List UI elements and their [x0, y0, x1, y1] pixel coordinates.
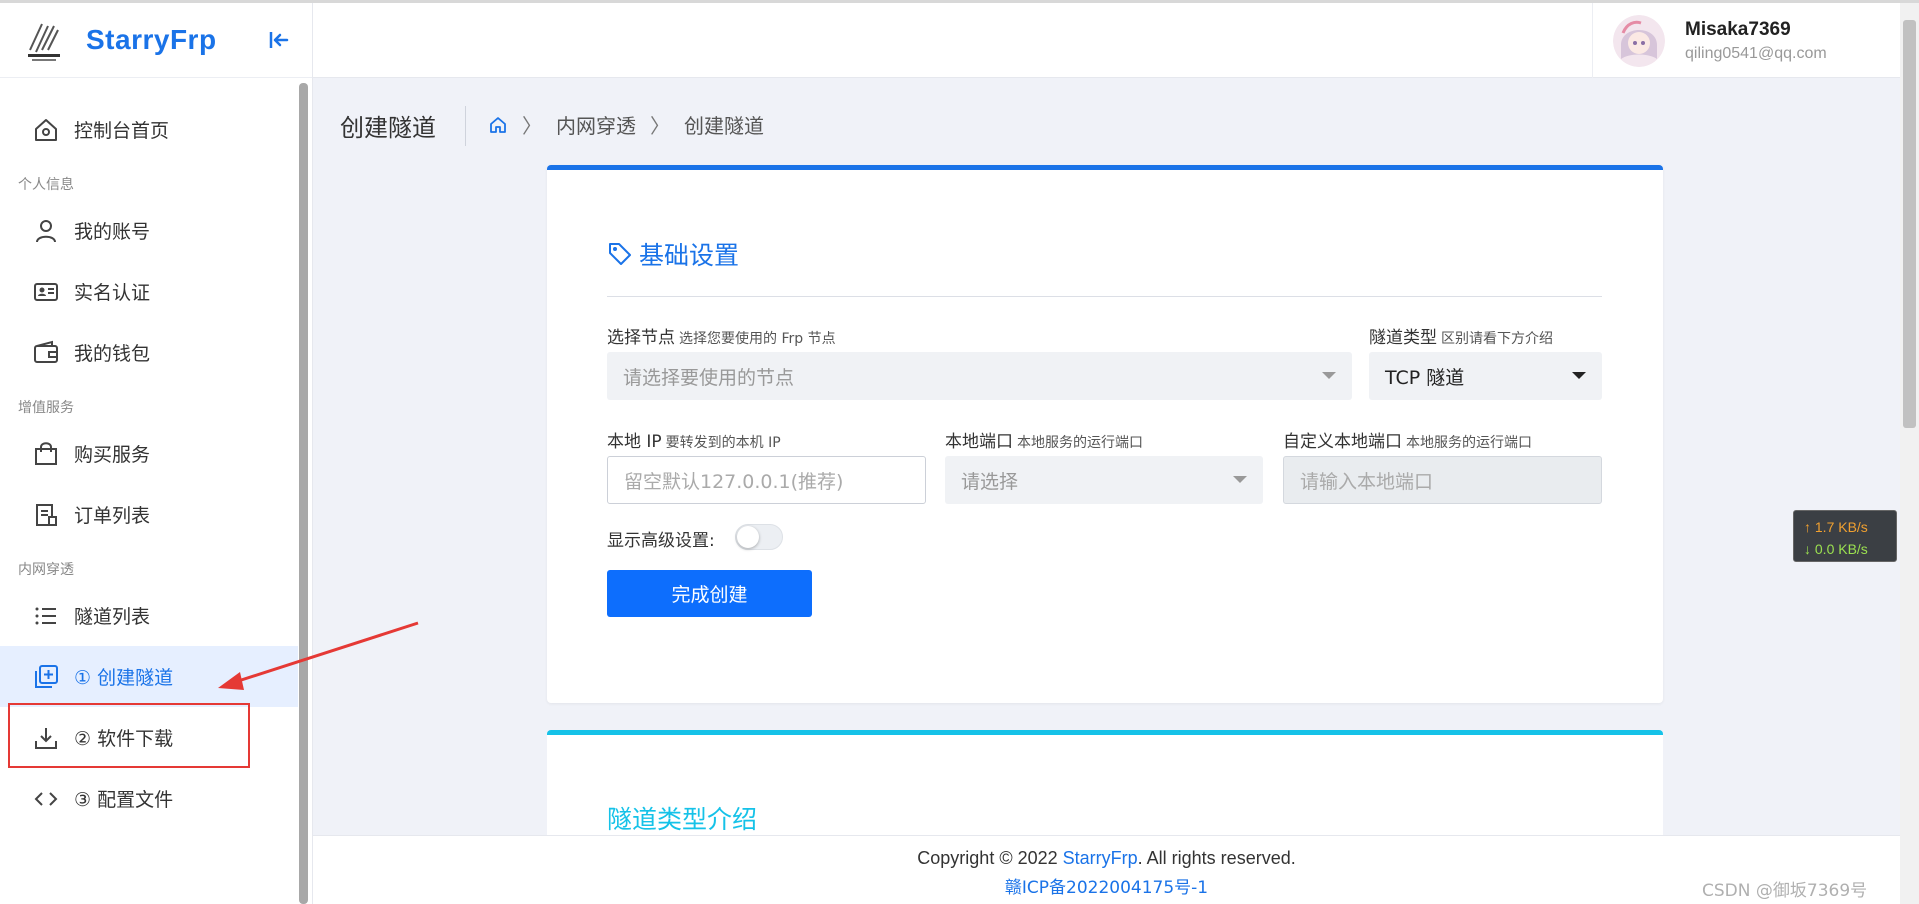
- sidebar-item-label: 订单列表: [74, 505, 151, 527]
- sidebar-item-home[interactable]: 控制台首页: [0, 99, 298, 160]
- sidebar-item-config[interactable]: ③ 配置文件: [0, 768, 298, 829]
- shopping-bag-icon: [35, 441, 57, 465]
- local-ip-hint: 要转发到的本机 IP: [665, 435, 781, 451]
- node-label: 选择节点 选择您要使用的 Frp 节点: [607, 328, 836, 348]
- chevron-down-icon: [1572, 372, 1586, 379]
- toggle-knob: [737, 526, 759, 548]
- watermark: CSDN @御坂7369号: [1702, 881, 1868, 901]
- divider: [607, 296, 1602, 297]
- local-ip-input[interactable]: 留空默认127.0.0.1(推荐): [607, 456, 926, 504]
- sidebar-item-label: ③ 配置文件: [74, 789, 174, 811]
- code-icon: [34, 791, 58, 806]
- advanced-settings-toggle[interactable]: [735, 524, 783, 550]
- tunnel-type-label: 隧道类型 区别请看下方介绍: [1369, 328, 1553, 348]
- page-title: 创建隧道: [340, 114, 436, 142]
- card-title-text: 基础设置: [639, 241, 740, 270]
- chevron-down-icon: [1233, 476, 1247, 483]
- title-divider: [465, 106, 466, 146]
- add-square-icon: [35, 664, 58, 688]
- node-hint: 选择您要使用的 Frp 节点: [679, 331, 836, 347]
- custom-port-placeholder: 请输入本地端口: [1300, 470, 1434, 493]
- tunnel-type-hint: 区别请看下方介绍: [1441, 331, 1553, 347]
- collapse-sidebar-icon[interactable]: [266, 27, 292, 53]
- custom-port-hint: 本地服务的运行端口: [1406, 435, 1532, 451]
- list-icon: [35, 607, 56, 624]
- chevron-right-icon: 〉: [522, 114, 542, 138]
- sidebar: StarryFrp 控制台首页 个人信息 我的账号 实名认证 我的钱包 增值服务…: [0, 3, 313, 904]
- chevron-right-icon: 〉: [650, 114, 670, 138]
- card-title: 隧道类型介绍: [607, 805, 758, 834]
- copyright: Copyright © 2022 StarryFrp. All rights r…: [917, 848, 1296, 868]
- icp-link[interactable]: 赣ICP备2022004175号-1: [313, 873, 1900, 898]
- sidebar-item-tunnels[interactable]: 隧道列表: [0, 585, 298, 646]
- basic-settings-card: 基础设置 选择节点 选择您要使用的 Frp 节点 请选择要使用的节点 隧道类型 区别…: [547, 165, 1663, 703]
- annotation-highlight-box: [8, 703, 250, 768]
- avatar: [1613, 14, 1665, 67]
- home-icon[interactable]: [488, 115, 508, 135]
- local-port-placeholder: 请选择: [961, 470, 1019, 493]
- sidebar-item-account[interactable]: 我的账号: [0, 200, 298, 261]
- breadcrumb-intranet[interactable]: 内网穿透: [556, 110, 636, 139]
- custom-port-label: 自定义本地端口 本地服务的运行端口: [1283, 432, 1532, 452]
- sidebar-item-buy[interactable]: 购买服务: [0, 423, 298, 484]
- tunnel-type-select[interactable]: TCP 隧道: [1369, 352, 1602, 400]
- network-speed-widget: ↑ 1.7 KB/s ↓ 0.0 KB/s: [1793, 510, 1897, 562]
- advanced-settings-label: 显示高级设置:: [607, 531, 715, 551]
- node-select-placeholder: 请选择要使用的节点: [623, 366, 795, 389]
- wallet-icon: [34, 340, 58, 363]
- brand-name: StarryFrp: [86, 24, 217, 55]
- sidebar-item-orders[interactable]: 订单列表: [0, 484, 298, 545]
- sidebar-item-label: 实名认证: [74, 282, 151, 304]
- sidebar-item-wallet[interactable]: 我的钱包: [0, 322, 298, 383]
- sidebar-item-label: 隧道列表: [74, 606, 151, 628]
- local-ip-placeholder: 留空默认127.0.0.1(推荐): [624, 470, 844, 493]
- user-email: qiling0541@qq.com: [1685, 44, 1827, 62]
- id-card-icon: [34, 282, 58, 301]
- sidebar-item-label: ① 创建隧道: [74, 667, 174, 689]
- local-port-label: 本地端口 本地服务的运行端口: [945, 432, 1143, 452]
- user-icon: [36, 219, 56, 242]
- breadcrumb: 〉 内网穿透 〉 创建隧道: [488, 110, 764, 139]
- user-name: Misaka7369: [1685, 18, 1791, 40]
- sidebar-item-create-tunnel[interactable]: ① 创建隧道: [0, 646, 298, 707]
- sidebar-item-label: 我的账号: [74, 221, 151, 243]
- upload-speed: ↑ 1.7 KB/s: [1804, 519, 1868, 535]
- local-ip-label: 本地 IP 要转发到的本机 IP: [607, 432, 781, 452]
- tunnel-type-value: TCP 隧道: [1385, 366, 1465, 389]
- page-scrollbar-thumb[interactable]: [1903, 20, 1916, 428]
- brand-logo: [28, 23, 60, 61]
- custom-port-input[interactable]: 请输入本地端口: [1283, 456, 1602, 504]
- breadcrumb-current: 创建隧道: [684, 114, 764, 138]
- tag-icon: [609, 243, 631, 265]
- sidebar-scrollbar[interactable]: [299, 83, 308, 904]
- home-icon: [35, 118, 57, 141]
- sidebar-item-label: 购买服务: [74, 444, 151, 466]
- user-info: Misaka7369 qiling0541@qq.com: [1685, 19, 1827, 63]
- complete-create-button[interactable]: 完成创建: [607, 570, 812, 617]
- section-personal: 个人信息: [18, 177, 74, 193]
- card-title: 基础设置: [607, 236, 739, 272]
- footer: Copyright © 2022 StarryFrp. All rights r…: [313, 835, 1900, 904]
- sidebar-item-label: 控制台首页: [74, 120, 170, 142]
- sidebar-item-label: 我的钱包: [74, 343, 151, 365]
- brand-link[interactable]: StarryFrp: [1063, 848, 1138, 868]
- receipt-icon: [36, 503, 57, 526]
- node-select[interactable]: 请选择要使用的节点: [607, 352, 1352, 400]
- chevron-down-icon: [1322, 372, 1336, 379]
- user-menu[interactable]: Misaka7369 qiling0541@qq.com: [1592, 3, 1900, 78]
- local-port-select[interactable]: 请选择: [945, 456, 1263, 504]
- section-value-added: 增值服务: [18, 400, 74, 416]
- sidebar-item-realname[interactable]: 实名认证: [0, 261, 298, 322]
- download-speed: ↓ 0.0 KB/s: [1804, 541, 1868, 557]
- local-port-hint: 本地服务的运行端口: [1017, 435, 1143, 451]
- section-intranet: 内网穿透: [18, 562, 74, 578]
